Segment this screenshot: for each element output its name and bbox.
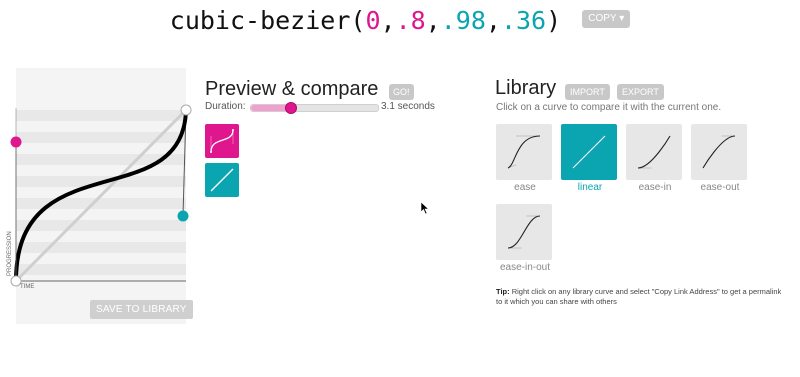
- duration-value: 3.1 seconds: [381, 101, 435, 112]
- library-item-linear[interactable]: linear: [561, 124, 619, 193]
- library-thumbnail[interactable]: [691, 124, 747, 180]
- library-item-ease-in[interactable]: ease-in: [626, 124, 684, 193]
- copy-button[interactable]: COPY ▾: [582, 10, 631, 28]
- library-item-label: ease-in-out: [499, 262, 551, 273]
- y-axis-label: PROGRESSION: [7, 231, 13, 276]
- p2-handle[interactable]: [177, 210, 189, 222]
- tip-body: Right click on any library curve and sel…: [496, 287, 782, 306]
- go-button[interactable]: GO!: [389, 84, 414, 100]
- export-button[interactable]: EXPORT: [617, 84, 664, 100]
- library-item-label: ease-out: [700, 182, 740, 193]
- p1x-value[interactable]: 0: [365, 6, 380, 35]
- preview-compare-curve[interactable]: [205, 163, 239, 197]
- comma: ,: [425, 6, 441, 35]
- duration-label: Duration:: [205, 101, 246, 112]
- duration-slider[interactable]: [250, 102, 379, 114]
- curve-icon: [507, 215, 541, 249]
- preview-title: Preview & compare: [205, 78, 379, 100]
- library-item-label: ease: [514, 182, 536, 193]
- bezier-editor[interactable]: PROGRESSION TIME: [0, 68, 200, 328]
- preview-current-curve[interactable]: [205, 124, 239, 158]
- library-item-label: linear: [577, 182, 603, 193]
- import-button[interactable]: IMPORT: [565, 84, 610, 100]
- curve-icon: [637, 135, 671, 169]
- library-thumbnail[interactable]: [496, 124, 552, 180]
- compare-curve-icon: [210, 168, 234, 192]
- curve-icon: [572, 135, 606, 169]
- end-point: [180, 104, 192, 116]
- library-item-label: ease-in: [638, 182, 672, 193]
- p2y-value[interactable]: .36: [501, 6, 546, 35]
- library-thumbnail[interactable]: [626, 124, 682, 180]
- title-close: ): [546, 6, 562, 35]
- mouse-cursor-icon: [420, 201, 430, 215]
- comma: ,: [485, 6, 501, 35]
- x-axis-label: TIME: [20, 284, 34, 290]
- library-item-ease-out[interactable]: ease-out: [691, 124, 749, 193]
- library-item-ease-in-out[interactable]: ease-in-out: [496, 204, 554, 273]
- p2x-value[interactable]: .98: [441, 6, 486, 35]
- duration-slider-knob[interactable]: [285, 102, 298, 114]
- bezier-title: cubic-bezier(0,.8,.98,.36) COPY ▾: [0, 6, 800, 35]
- tip-label: Tip:: [496, 287, 510, 296]
- p1y-value[interactable]: .8: [396, 6, 426, 35]
- library-thumbnail[interactable]: [561, 124, 617, 180]
- curve-icon: [507, 135, 541, 169]
- current-curve-icon: [210, 129, 234, 153]
- title-func: cubic-bezier(: [169, 6, 366, 35]
- comma: ,: [380, 6, 396, 35]
- tip-text: Tip: Right click on any library curve an…: [496, 287, 786, 307]
- save-to-library-button[interactable]: SAVE TO LIBRARY: [90, 300, 193, 319]
- curve-icon: [702, 135, 736, 169]
- library-item-ease[interactable]: ease: [496, 124, 554, 193]
- library-thumbnail[interactable]: [496, 204, 552, 260]
- library-subtitle: Click on a curve to compare it with the …: [496, 102, 722, 113]
- chevron-down-icon: ▾: [619, 13, 625, 24]
- copy-label: COPY: [588, 13, 617, 24]
- library-title: Library: [495, 77, 557, 99]
- p1-handle[interactable]: [10, 136, 22, 148]
